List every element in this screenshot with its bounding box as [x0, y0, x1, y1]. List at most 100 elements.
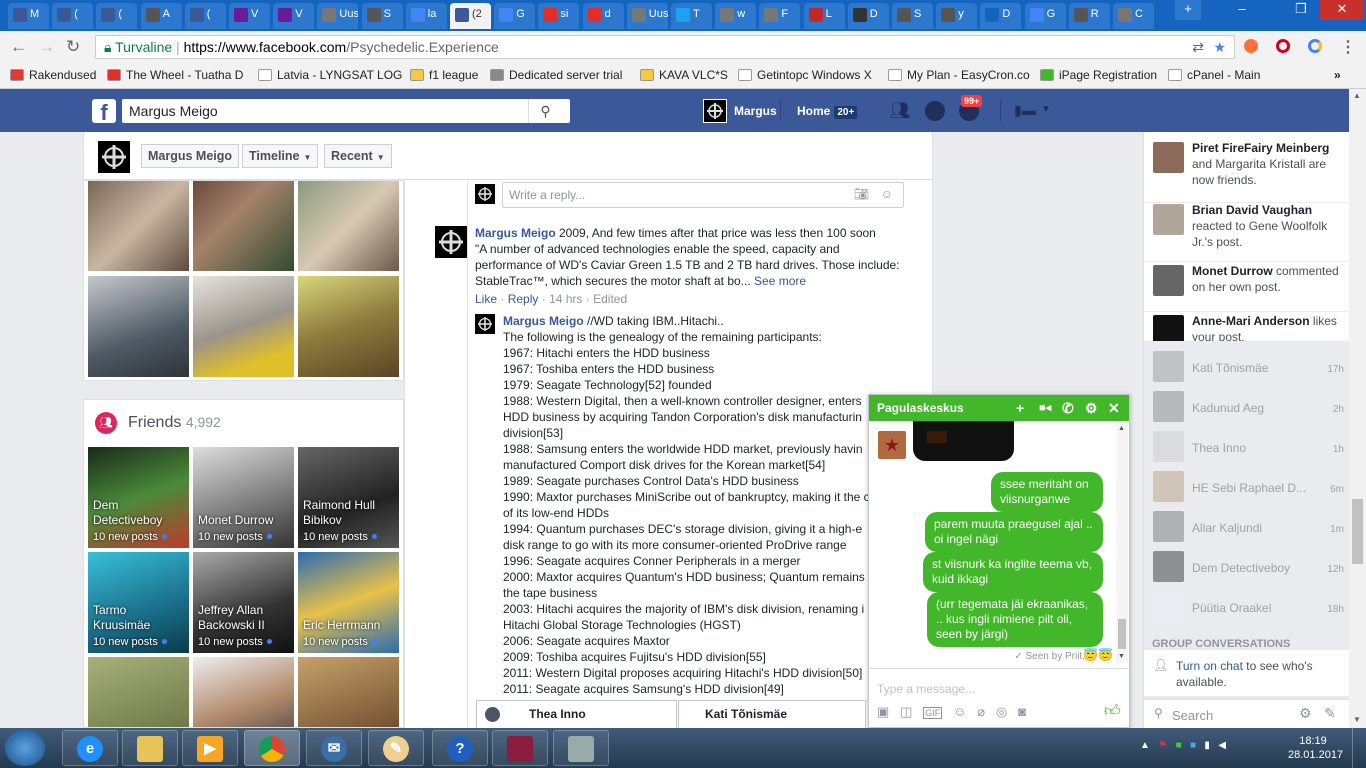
chat-title[interactable]: Pagulaskeskus	[877, 401, 964, 415]
show-desktop-button[interactable]	[1352, 728, 1366, 768]
browser-tab[interactable]: L	[803, 3, 845, 29]
browser-tab[interactable]: w	[715, 3, 757, 29]
friend-name[interactable]: Eric Herrmann	[303, 618, 380, 633]
ticker-name[interactable]: Piret FireFairy Meinberg	[1192, 141, 1329, 155]
page-avatar[interactable]	[98, 141, 130, 173]
browser-tab[interactable]: G	[1024, 3, 1066, 29]
search-icon[interactable]: ⚲	[528, 99, 562, 123]
browser-tab[interactable]: G	[494, 3, 536, 29]
friend-tile[interactable]: Raimond Hull Bibikov 10 new posts	[298, 447, 399, 548]
camera-icon[interactable]: 📷︎	[854, 187, 869, 201]
turn-on-chat-link[interactable]: Turn on chat	[1176, 659, 1243, 673]
friend-tile[interactable]: Jeffrey Allan Backowski II 10 new posts	[193, 552, 294, 653]
browser-tab[interactable]: A	[140, 3, 182, 29]
url-bar[interactable]: 🔒︎ Turvaline | https://www.facebook.com/…	[95, 35, 1235, 59]
see-more-link[interactable]: See more	[754, 274, 806, 288]
browser-tab[interactable]: R	[1068, 3, 1110, 29]
maximize-button[interactable]: ❐	[1287, 0, 1315, 20]
taskbar-explorer[interactable]	[122, 730, 178, 766]
friend-tile[interactable]	[298, 657, 399, 727]
taskbar-thunderbird[interactable]: ✉	[306, 730, 362, 766]
chat-contact[interactable]: HE Sebi Raphael D... 6m	[1144, 468, 1350, 508]
shared-image[interactable]	[913, 421, 1014, 461]
browser-tab[interactable]: d	[582, 3, 624, 29]
bookmarks-overflow[interactable]: »	[1334, 68, 1341, 82]
menu-icon[interactable]: ⋮	[1340, 37, 1356, 57]
taskbar-help[interactable]: ?	[432, 730, 488, 766]
bookmark-item[interactable]: Rakendused	[10, 68, 96, 82]
browser-tab[interactable]: (	[184, 3, 226, 29]
bookmark-item[interactable]: The Wheel - Tuatha D	[107, 68, 243, 82]
recent-dropdown[interactable]: Recent ▼	[324, 144, 392, 168]
browser-tab[interactable]: T	[671, 3, 712, 29]
ticker-item[interactable]: Anne-Mari Anderson likes your post.	[1144, 313, 1349, 341]
photo-thumbnail[interactable]	[193, 276, 294, 377]
reload-icon[interactable]: ↻	[66, 37, 80, 57]
emoji-icon[interactable]: ☺	[953, 704, 966, 719]
browser-tab[interactable]: (2	[450, 3, 491, 29]
photo-thumbnail[interactable]	[298, 276, 399, 377]
sticker-icon[interactable]: ◫	[900, 704, 912, 719]
timeline-dropdown[interactable]: Timeline ▼	[242, 144, 319, 168]
photo-thumbnail[interactable]	[193, 181, 294, 271]
phone-icon[interactable]: ✆	[1062, 395, 1074, 421]
scrollbar-thumb[interactable]	[1352, 499, 1363, 564]
browser-tab[interactable]: y	[936, 3, 978, 29]
bookmark-item[interactable]: My Plan - EasyCron.co	[888, 68, 1030, 82]
flag-icon[interactable]: ⚑	[1158, 740, 1167, 751]
friends-title[interactable]: Friends 4,992	[128, 414, 221, 432]
browser-tab[interactable]: la	[405, 3, 447, 29]
taskbar-winrar[interactable]	[492, 730, 548, 766]
chat-contact[interactable]: Thea Inno 1h	[1144, 428, 1350, 468]
reply-input[interactable]: Write a reply... 📷︎ ☺	[502, 182, 904, 208]
back-icon[interactable]: ←	[10, 37, 27, 57]
ticker-item[interactable]: Monet Durrow commented on her own post.	[1144, 263, 1349, 319]
browser-tab[interactable]: C	[1113, 3, 1154, 29]
gif-icon[interactable]: GIF	[923, 707, 943, 719]
browser-tab[interactable]: M	[8, 3, 49, 29]
tray-expand-icon[interactable]: ▲	[1140, 740, 1150, 751]
add-people-icon[interactable]: +	[1016, 395, 1024, 421]
scrollbar-thumb[interactable]	[1118, 619, 1126, 649]
photo-thumbnail[interactable]	[298, 181, 399, 271]
browser-tab[interactable]: S	[892, 3, 933, 29]
scroll-up-icon[interactable]: ▲	[1353, 91, 1361, 100]
browser-tab[interactable]: (	[96, 3, 138, 29]
photo-thumbnail[interactable]	[88, 276, 189, 377]
browser-tab[interactable]: V	[273, 3, 315, 29]
chat-tab-thea[interactable]: Thea Inno	[476, 700, 677, 728]
photo-thumbnail[interactable]	[88, 181, 189, 271]
extension-fire-icon[interactable]	[1244, 39, 1258, 53]
friend-tile[interactable]: Eric Herrmann 10 new posts	[298, 552, 399, 653]
ticker-name[interactable]: Monet Durrow	[1192, 264, 1273, 278]
account-menu-icon[interactable]: ▼	[1041, 104, 1051, 115]
start-button[interactable]	[5, 730, 45, 766]
friend-tile[interactable]: Christopher	[193, 657, 294, 727]
name-button[interactable]: Margus Meigo	[141, 144, 240, 168]
friend-tile[interactable]: Monet Durrow 10 new posts	[193, 447, 294, 548]
browser-tab[interactable]: Uus	[317, 3, 359, 29]
taskbar-usb[interactable]	[553, 730, 609, 766]
facebook-logo-icon[interactable]: f	[92, 99, 116, 125]
new-tab-button[interactable]: +	[1175, 0, 1201, 20]
reply-link[interactable]: Reply	[508, 292, 539, 306]
comment-time[interactable]: 14 hrs	[549, 292, 582, 306]
ticker-item[interactable]: Piret FireFairy Meinberg and Margarita K…	[1144, 140, 1349, 203]
browser-tab[interactable]: D	[847, 3, 889, 29]
thumbs-up-icon[interactable]: 👍︎	[1104, 702, 1121, 721]
video-call-icon[interactable]: ■◂	[1039, 395, 1051, 421]
chat-contact[interactable]: Püütia Oraakel 18h	[1144, 588, 1350, 628]
friend-name[interactable]: Raimond Hull Bibikov	[303, 498, 375, 528]
comment-author[interactable]: Margus Meigo	[475, 226, 556, 240]
scroll-up-icon[interactable]: ▲	[1118, 425, 1125, 432]
emoji-icon[interactable]: ☺	[881, 187, 893, 201]
chat-contact[interactable]: Dem Detectiveboy 12h	[1144, 548, 1350, 588]
network-icon[interactable]: ▮	[1204, 740, 1210, 751]
extension-opera-icon[interactable]	[1276, 39, 1290, 53]
browser-tab[interactable]: F	[759, 3, 801, 29]
message-input[interactable]: Type a message...	[877, 682, 975, 696]
chat-contact[interactable]: Allar Kaljundi 1m	[1144, 508, 1350, 548]
bookmark-item[interactable]: KAVA VLC*S	[640, 68, 728, 82]
reply-avatar[interactable]	[475, 314, 495, 334]
forward-icon[interactable]: →	[38, 37, 55, 57]
